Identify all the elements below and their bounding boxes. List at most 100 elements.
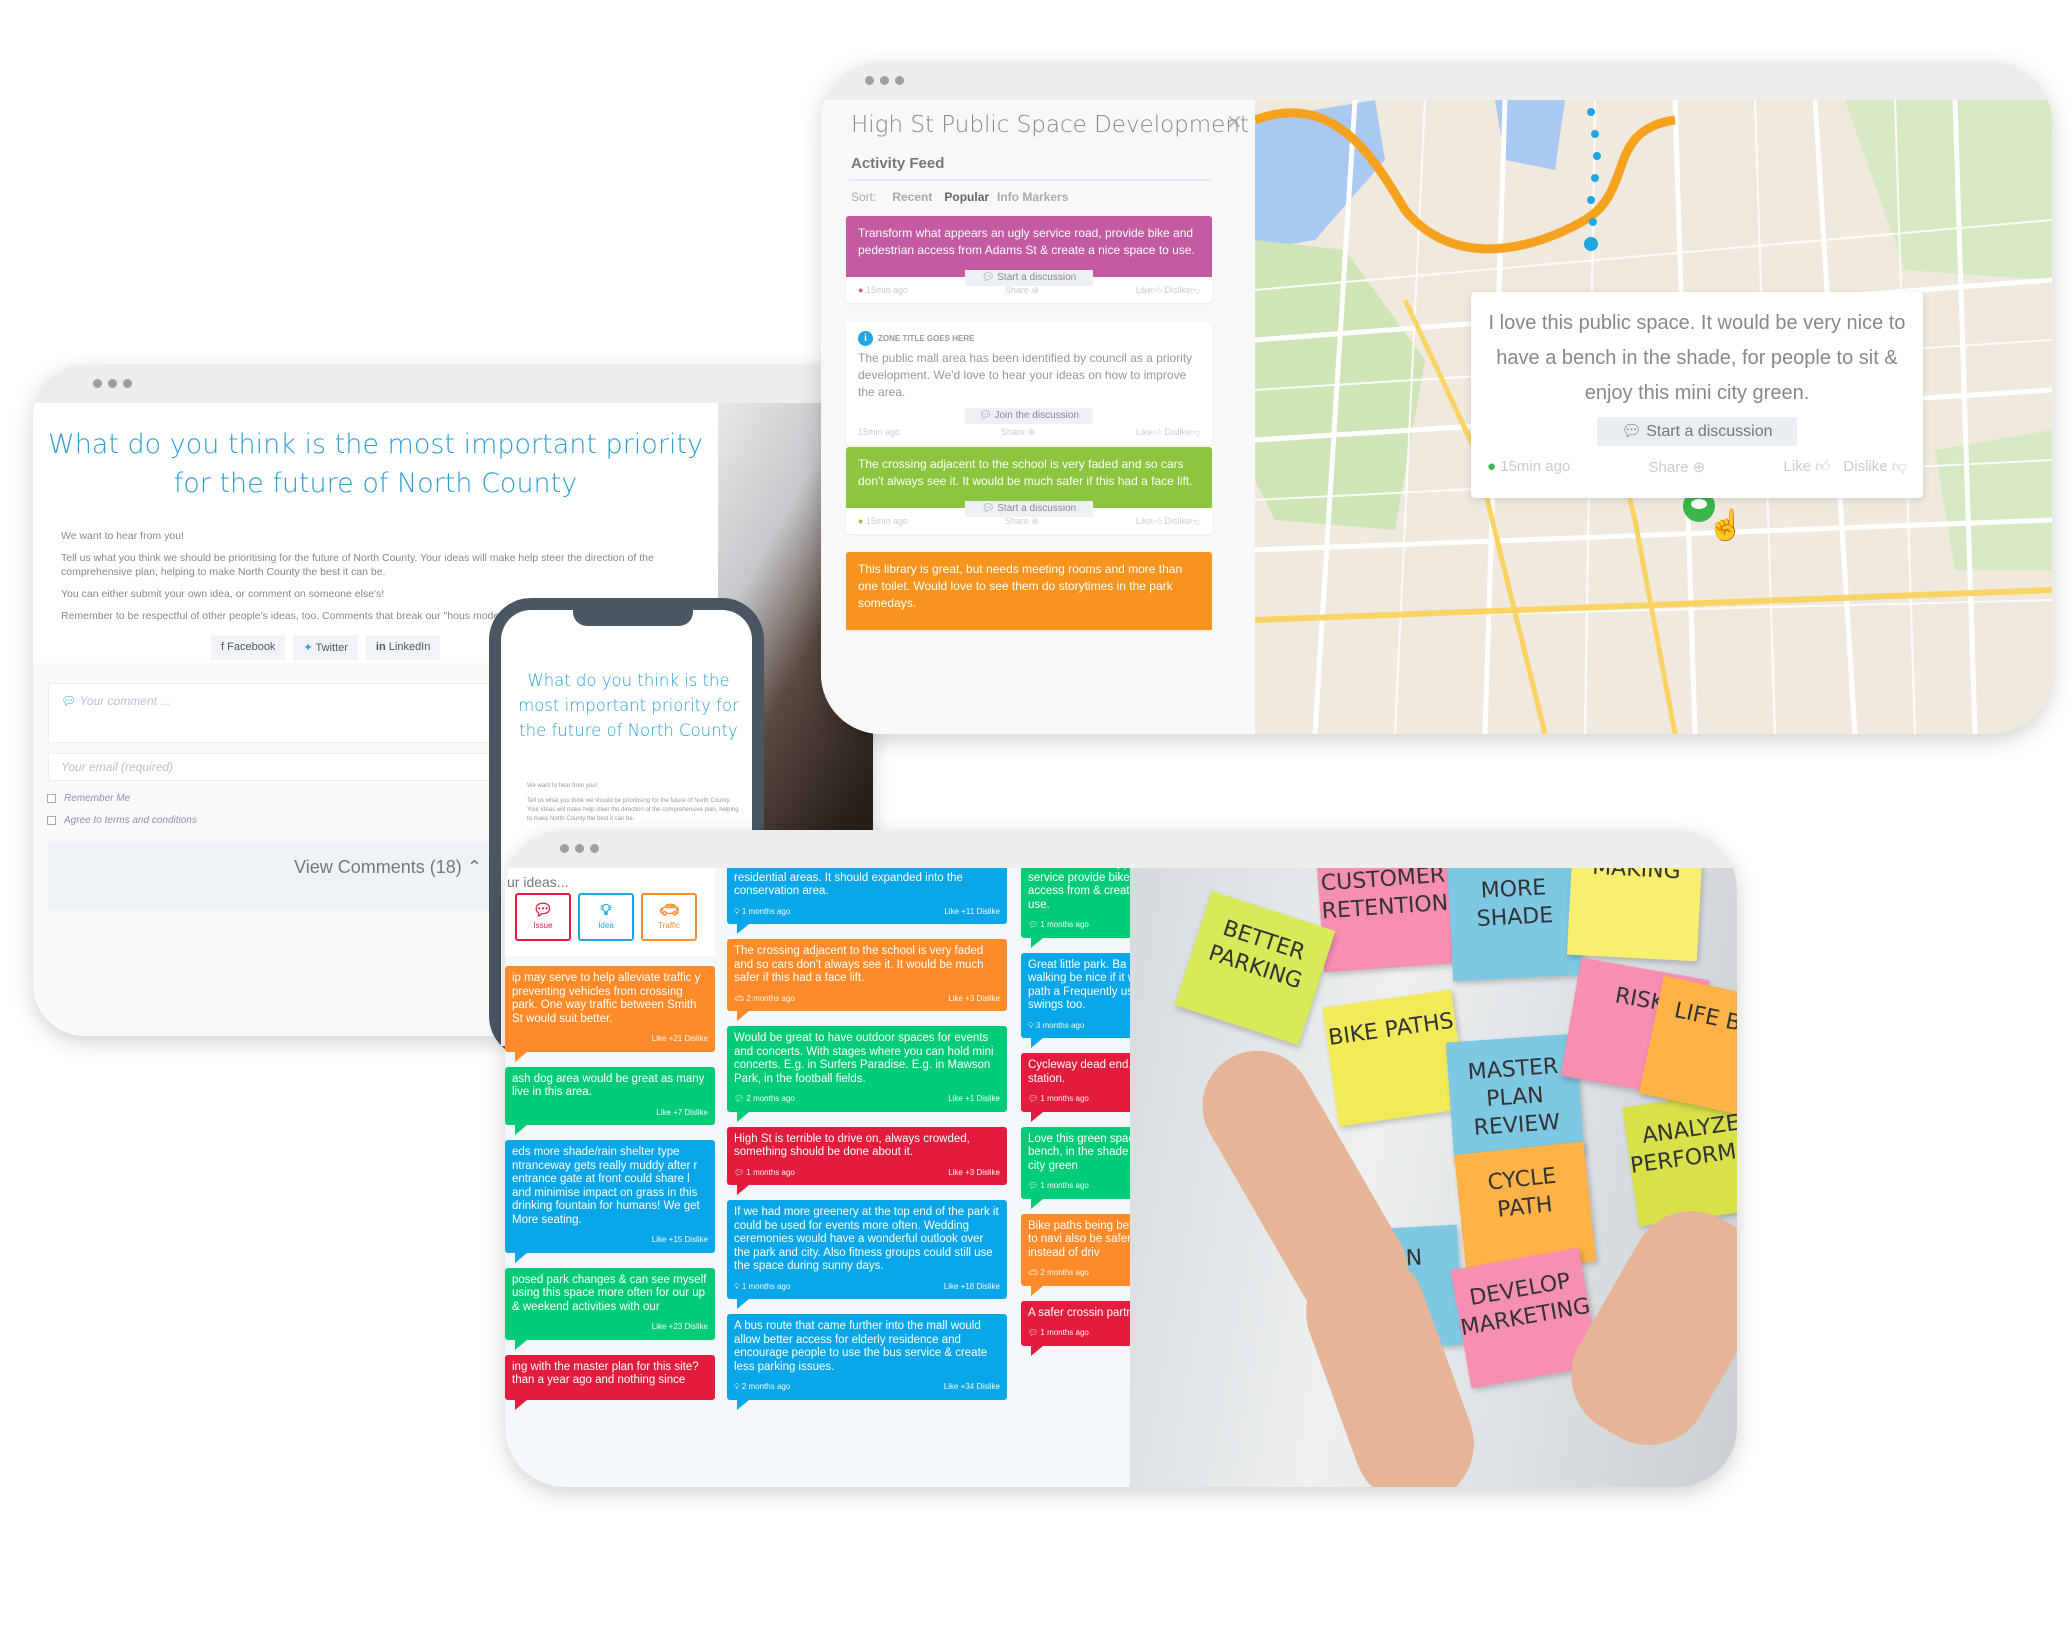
discussion-button[interactable]: 💬︎ Join the discussion <box>965 408 1093 424</box>
label: Share <box>1648 459 1689 476</box>
like-button[interactable]: Like👍︎ <box>1136 516 1164 526</box>
facebook-button[interactable]: f Facebook <box>211 635 286 660</box>
share-button[interactable]: Share ⊕ <box>1005 285 1039 296</box>
idea-card[interactable]: eds more shade/rain shelter type ntrance… <box>505 1140 715 1262</box>
idea-card[interactable]: If we had more greenery at the top end o… <box>727 1200 1007 1309</box>
category-idea-button[interactable]: 💡︎ Idea <box>578 893 634 941</box>
idea-card[interactable]: posed park changes & can see myself usin… <box>505 1267 715 1350</box>
like-dislike[interactable]: Like +11 Dislike <box>944 905 1000 919</box>
share-button[interactable]: Share ⊕ <box>1649 458 1706 476</box>
idea-text: If we had more greenery at the top end o… <box>734 1206 999 1272</box>
discussion-button[interactable]: 💬︎ Start a discussion <box>965 270 1093 286</box>
label: Dislike <box>1164 426 1191 437</box>
sticky-note: BIKE PATHS <box>1322 989 1468 1127</box>
like-dislike[interactable]: Like +7 Dislike <box>656 1106 708 1120</box>
share-buttons: f Facebook ✦ Twitter in LinkedIn <box>211 635 441 660</box>
zone-header: i ZONE TITLE GOES HERE <box>846 322 1212 346</box>
like-dislike[interactable]: Like +1 Dislike <box>948 1092 1000 1106</box>
category-issue-button[interactable]: 💬︎ Issue <box>515 893 571 941</box>
label: Twitter <box>315 642 348 654</box>
window-title-bar <box>33 365 873 403</box>
idea-meta: 💡︎ 1 months ago Like +18 Dislike <box>734 1280 1000 1294</box>
label: View Comments (18) <box>294 857 462 877</box>
sort-recent[interactable]: Recent <box>892 190 932 204</box>
discussion-button[interactable]: 💬︎ Start a discussion <box>965 501 1093 517</box>
label: Share <box>1000 426 1025 437</box>
sticky-note: BETTER PARKING <box>1174 890 1336 1046</box>
idea-card[interactable]: ip may serve to help alleviate traffic y… <box>505 966 715 1061</box>
timestamp: 3 months ago <box>1035 1020 1085 1030</box>
discussion-icon: 💬︎ <box>979 410 995 421</box>
idea-text: High St is terrible to drive on, always … <box>734 1132 970 1159</box>
activity-feed-panel: ✕ High St Public Space Development Activ… <box>821 100 1255 734</box>
idea-text: A bus route that came further into the m… <box>734 1320 988 1373</box>
sort-info-markers[interactable]: Info Markers <box>997 190 1068 204</box>
share-button[interactable]: Share ⊕ <box>1005 516 1039 527</box>
label: Start a discussion <box>997 503 1077 514</box>
idea-text: The crossing adjacent to the school is v… <box>734 945 984 984</box>
timestamp: 1 months ago <box>741 906 791 916</box>
idea-meta: Like +21 Dislike <box>512 1032 708 1046</box>
info-icon: i <box>858 331 873 346</box>
idea-card[interactable]: ash dog area would be great as many live… <box>505 1066 715 1135</box>
like-dislike[interactable]: Like +23 Dislike <box>652 1320 708 1334</box>
dislike-button[interactable]: Dislike 👎︎ <box>1843 458 1907 475</box>
twitter-button[interactable]: ✦ Twitter <box>293 635 358 660</box>
sort-label: Sort: <box>851 190 877 204</box>
category-traffic-button[interactable]: 🚗︎ Traffic <box>641 893 697 941</box>
like-button[interactable]: Like 👍︎ <box>1784 458 1831 475</box>
timestamp: 2 months ago <box>1040 1268 1089 1277</box>
label: Issue <box>533 921 553 930</box>
sticky-note: MORE SHADE <box>1446 868 1584 982</box>
idea-meta: 💬︎ 1 months ago Like +3 Dislike <box>734 1166 1000 1180</box>
card-text: The crossing adjacent to the school is v… <box>846 447 1212 508</box>
ideas-board-window: ur ideas... 💬︎ Issue 💡︎ Idea 🚗︎ Traffic ip ma… <box>505 830 1737 1487</box>
lightbulb-icon: 💡︎ <box>1028 1020 1036 1030</box>
like-dislike[interactable]: Like +3 Dislike <box>948 1166 1000 1180</box>
idea-card[interactable]: A bus route that came further into the m… <box>727 1314 1007 1409</box>
idea-card[interactable]: The crossing adjacent to the school is v… <box>727 939 1007 1021</box>
idea-card[interactable]: High St is terrible to drive on, always … <box>727 1126 1007 1195</box>
linkedin-button[interactable]: in LinkedIn <box>365 635 441 660</box>
like-dislike[interactable]: Like +3 Dislike <box>948 992 1000 1006</box>
dislike-button[interactable]: Dislike👎︎ <box>1164 516 1200 526</box>
label: Share <box>1004 284 1029 295</box>
speech-bubble-icon: 💬︎ <box>532 902 554 919</box>
feed-card[interactable]: The crossing adjacent to the school is v… <box>846 447 1212 534</box>
project-title: High St Public Space Development <box>851 112 1249 138</box>
idea-text: ing with the master plan for this site? … <box>512 1360 699 1387</box>
activity-feed-heading: Activity Feed <box>851 155 945 172</box>
time-group: 💬︎ 1 months ago <box>1028 1092 1089 1106</box>
idea-card[interactable]: ing with the master plan for this site? … <box>505 1354 715 1410</box>
timestamp: 2 months ago <box>746 993 795 1003</box>
dislike-button[interactable]: Dislike👎︎ <box>1164 285 1200 295</box>
discussion-icon: 💬︎ <box>981 272 998 283</box>
agree-terms-checkbox[interactable]: Agree to terms and conditions <box>47 815 197 826</box>
like-dislike[interactable]: Like +18 Dislike <box>944 1280 1000 1294</box>
share-button[interactable]: Share ⊕ <box>1001 427 1035 438</box>
feed-card[interactable]: Transform what appears an ugly service r… <box>846 216 1212 303</box>
start-discussion-button[interactable]: 💬︎ Start a discussion <box>1597 417 1797 446</box>
time-group: 🚗︎ 2 months ago <box>734 992 795 1006</box>
label: Like <box>1135 515 1153 526</box>
label: Facebook <box>227 641 276 653</box>
remember-me-checkbox[interactable]: Remember Me <box>47 793 130 804</box>
idea-categories: ur ideas... 💬︎ Issue 💡︎ Idea 🚗︎ Traffic <box>505 868 715 956</box>
time-group: 15min ago <box>858 427 900 437</box>
feed-card[interactable]: This library is great, but needs meeting… <box>846 552 1212 630</box>
paragraph: We want to hear from you! <box>527 783 598 789</box>
like-button[interactable]: Like👍︎ <box>1136 285 1164 295</box>
sort-bar: Sort: Recent Popular Info Markers <box>851 190 1068 204</box>
dislike-button[interactable]: Dislike👎︎ <box>1164 427 1200 437</box>
timestamp: 15min ago <box>865 285 908 295</box>
label: Like <box>1783 458 1812 475</box>
idea-card[interactable]: Would be great to have outdoor spaces fo… <box>727 1026 1007 1121</box>
like-dislike[interactable]: Like +34 Dislike <box>944 1380 1000 1394</box>
sort-popular[interactable]: Popular <box>944 190 989 204</box>
like-dislike[interactable]: Like +15 Dislike <box>652 1233 708 1247</box>
twitter-icon: ✦ <box>303 642 316 654</box>
like-dislike[interactable]: Like +21 Dislike <box>652 1032 708 1046</box>
feed-card[interactable]: i ZONE TITLE GOES HERE The public mall are… <box>846 322 1212 445</box>
like-button[interactable]: Like👍︎ <box>1136 427 1164 437</box>
map[interactable]: ☝ I love this public space. It would be … <box>1253 99 2052 734</box>
